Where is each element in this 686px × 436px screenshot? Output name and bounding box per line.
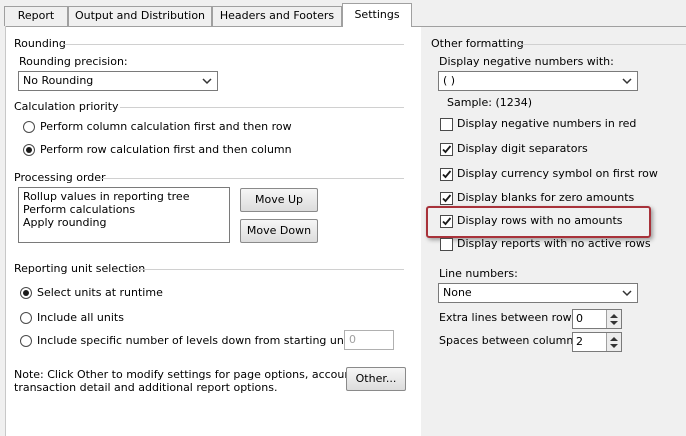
digit-separators-label: Display digit separators <box>457 142 588 155</box>
spaces-columns-label: Spaces between columns: <box>439 334 583 347</box>
include-specific-levels-label: Include specific number of levels down f… <box>37 334 355 347</box>
other-formatting-divider <box>518 44 686 45</box>
chevron-down-icon <box>202 78 212 85</box>
tab-settings[interactable]: Settings <box>342 3 412 27</box>
select-units-runtime-label: Select units at runtime <box>37 286 163 299</box>
negative-red-checkbox[interactable] <box>440 118 453 131</box>
rounding-divider <box>64 44 404 45</box>
reports-no-active-rows-checkbox[interactable] <box>440 238 453 251</box>
move-down-button[interactable]: Move Down <box>240 219 318 243</box>
checkmark-icon <box>442 194 452 203</box>
include-all-units-radio[interactable] <box>20 312 32 324</box>
calc-priority-divider <box>120 107 404 108</box>
negative-numbers-value: ( ) <box>443 74 456 87</box>
spaces-columns-value: 2 <box>576 335 583 348</box>
tab-output-and-distribution[interactable]: Output and Distribution <box>68 6 212 26</box>
reporting-unit-title: Reporting unit selection <box>14 262 146 275</box>
spin-buttons[interactable] <box>606 333 621 351</box>
extra-lines-value: 0 <box>576 312 583 325</box>
sample-text: Sample: (1234) <box>447 96 533 109</box>
row-first-label: Perform row calculation first and then c… <box>40 143 292 156</box>
reporting-unit-divider <box>134 269 404 270</box>
spaces-columns-stepper[interactable]: 2 <box>572 332 622 352</box>
blanks-zero-label: Display blanks for zero amounts <box>457 191 635 204</box>
chevron-up-icon[interactable] <box>610 336 618 341</box>
negative-numbers-label: Display negative numbers with: <box>439 55 614 68</box>
checkmark-icon <box>442 217 452 226</box>
move-up-button[interactable]: Move Up <box>240 188 318 212</box>
currency-symbol-label: Display currency symbol on first row <box>457 167 658 180</box>
checkmark-icon <box>442 145 452 154</box>
include-specific-levels-radio[interactable] <box>20 335 32 347</box>
list-item[interactable]: Apply rounding <box>23 216 225 229</box>
spin-buttons[interactable] <box>606 310 621 328</box>
extra-lines-label: Extra lines between rows: <box>439 311 582 324</box>
chevron-down-icon <box>622 290 632 297</box>
rounding-group-title: Rounding <box>14 37 66 50</box>
rounding-precision-value: No Rounding <box>23 74 94 87</box>
chevron-up-icon[interactable] <box>610 313 618 318</box>
other-formatting-title: Other formatting <box>431 37 524 50</box>
rows-no-amounts-checkbox[interactable] <box>440 215 453 228</box>
chevron-down-icon[interactable] <box>610 321 618 326</box>
checkmark-icon <box>442 170 452 179</box>
column-first-radio[interactable] <box>23 121 35 133</box>
tab-report[interactable]: Report <box>4 6 68 26</box>
window-edge <box>0 26 6 436</box>
processing-order-title: Processing order <box>14 171 106 184</box>
select-units-runtime-radio[interactable] <box>20 287 32 299</box>
tab-headers-and-footers[interactable]: Headers and Footers <box>212 6 342 26</box>
include-all-units-label: Include all units <box>37 311 124 324</box>
row-first-radio[interactable] <box>23 144 35 156</box>
line-numbers-dropdown[interactable]: None <box>438 283 638 303</box>
note-line-1: Note: Click Other to modify settings for… <box>14 368 380 381</box>
extra-lines-stepper[interactable]: 0 <box>572 309 622 329</box>
rows-no-amounts-label: Display rows with no amounts <box>457 214 623 227</box>
digit-separators-checkbox[interactable] <box>440 143 453 156</box>
rounding-precision-dropdown[interactable]: No Rounding <box>18 71 218 91</box>
rounding-precision-label: Rounding precision: <box>19 55 128 68</box>
processing-order-list[interactable]: Rollup values in reporting tree Perform … <box>18 187 230 243</box>
processing-divider <box>100 178 404 179</box>
blanks-zero-checkbox[interactable] <box>440 192 453 205</box>
note-line-2: transaction detail and additional report… <box>14 381 278 394</box>
line-numbers-label: Line numbers: <box>439 267 518 280</box>
levels-input[interactable]: 0 <box>344 330 394 350</box>
negative-numbers-dropdown[interactable]: ( ) <box>438 71 638 91</box>
calculation-priority-title: Calculation priority <box>14 100 119 113</box>
chevron-down-icon <box>622 78 632 85</box>
reports-no-active-rows-label: Display reports with no active rows <box>457 237 651 250</box>
chevron-down-icon[interactable] <box>610 344 618 349</box>
currency-symbol-checkbox[interactable] <box>440 168 453 181</box>
other-button[interactable]: Other... <box>346 367 406 391</box>
line-numbers-value: None <box>443 286 472 299</box>
negative-red-label: Display negative numbers in red <box>457 117 637 130</box>
column-first-label: Perform column calculation first and the… <box>40 120 292 133</box>
list-item[interactable]: Rollup values in reporting tree <box>23 190 225 203</box>
list-item[interactable]: Perform calculations <box>23 203 225 216</box>
